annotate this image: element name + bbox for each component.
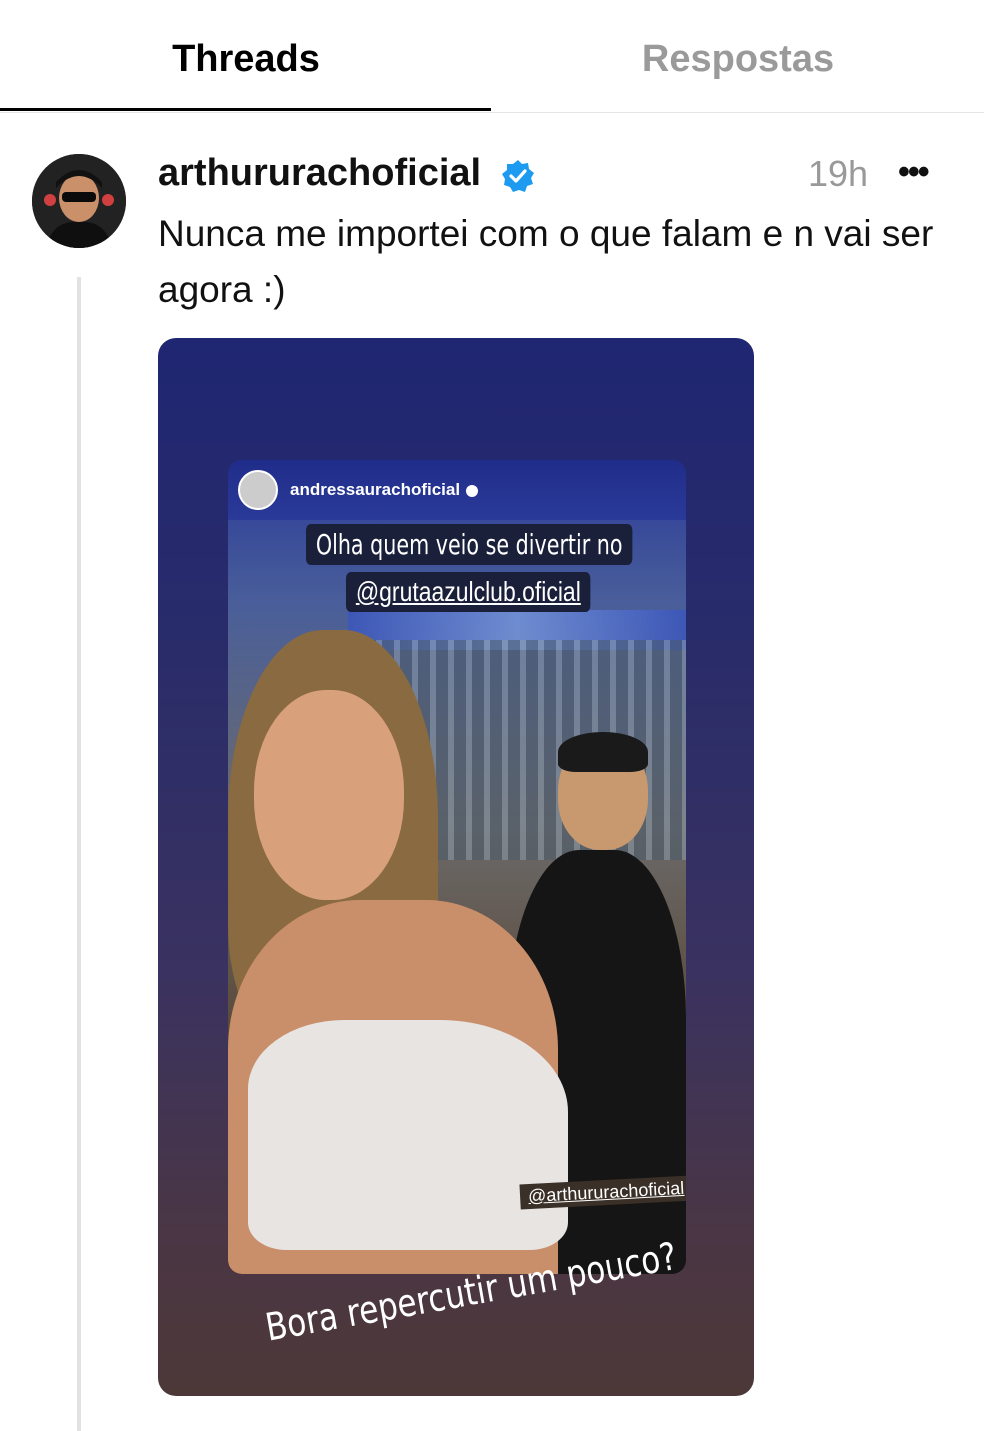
story-avatar xyxy=(238,470,278,510)
active-tab-indicator xyxy=(0,108,491,111)
post-media[interactable]: andressaurachoficial Olha quem veio se d… xyxy=(158,338,754,1396)
story-screenshot: andressaurachoficial Olha quem veio se d… xyxy=(228,460,686,1274)
tab-bar: Threads Respostas xyxy=(0,0,984,113)
tab-threads[interactable]: Threads xyxy=(0,0,492,112)
post-text: Nunca me importei com o que falam e n va… xyxy=(158,213,934,310)
post-timestamp: 19h xyxy=(808,153,869,194)
thread-line xyxy=(77,277,81,1431)
story-username: andressaurachoficial xyxy=(290,480,479,500)
man-hair xyxy=(558,732,648,772)
story-header: andressaurachoficial xyxy=(228,460,686,520)
white-top xyxy=(248,1020,568,1250)
verified-badge-icon xyxy=(502,160,534,192)
avatar-image xyxy=(32,154,126,248)
tab-respostas[interactable]: Respostas xyxy=(492,0,984,112)
avatar[interactable] xyxy=(32,154,126,248)
more-horizontal-icon[interactable]: ••• xyxy=(898,152,930,192)
username[interactable]: arthururachoficial xyxy=(158,150,481,196)
woman-face xyxy=(254,690,404,900)
story-caption-line2: @grutaazulclub.oficial xyxy=(346,572,591,612)
story-caption-line1: Olha quem veio se divertir no xyxy=(306,524,633,565)
story-verified-icon xyxy=(466,484,479,497)
